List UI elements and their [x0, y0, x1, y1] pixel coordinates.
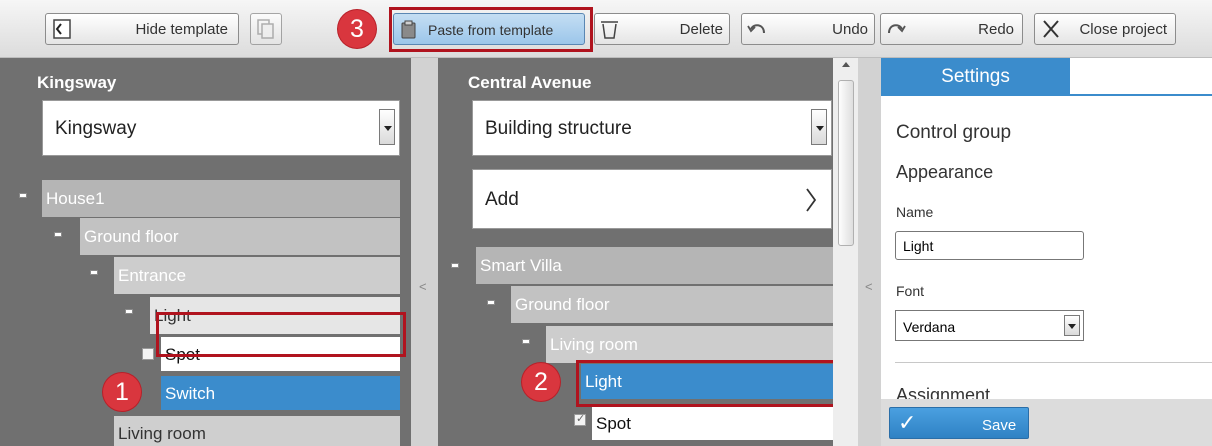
- undo-icon: [747, 24, 765, 34]
- toolbar: Hide template Paste from template Delete…: [0, 0, 1212, 58]
- collapse-icon[interactable]: [522, 339, 530, 344]
- chevron-right-icon: [806, 188, 817, 212]
- callout-badge-2: 2: [522, 363, 560, 401]
- chevron-left-icon[interactable]: <: [865, 279, 873, 294]
- scroll-up-icon[interactable]: [842, 62, 850, 67]
- switch-highlight-frame: [156, 312, 406, 357]
- chevron-down-icon[interactable]: [379, 109, 395, 145]
- tab-underline: [881, 94, 1212, 96]
- redo-button[interactable]: Redo: [880, 13, 1023, 45]
- hide-template-icon: [53, 19, 71, 39]
- tab-settings[interactable]: Settings: [881, 58, 1070, 95]
- callout-badge-1: 1: [103, 373, 141, 411]
- name-field[interactable]: Light: [895, 231, 1084, 260]
- paste-highlight-frame: [389, 7, 593, 52]
- collapse-icon[interactable]: [90, 270, 98, 275]
- template-panel: Kingsway Kingsway House1 Ground floor En…: [0, 58, 411, 446]
- undo-button[interactable]: Undo: [741, 13, 875, 45]
- project-panel-title: Central Avenue: [468, 73, 592, 92]
- tree-node-ground-floor[interactable]: Ground floor: [80, 218, 400, 255]
- template-panel-title: Kingsway: [37, 73, 117, 92]
- trash-icon: [601, 21, 618, 39]
- copy-icon: [257, 19, 274, 39]
- checkmark-icon: ✓: [898, 410, 917, 435]
- chevron-down-icon[interactable]: [811, 109, 827, 145]
- checkbox-spot[interactable]: [142, 348, 154, 360]
- collapse-icon[interactable]: [451, 263, 459, 268]
- light-highlight-frame: [576, 360, 837, 407]
- scrollbar-thumb[interactable]: [838, 80, 854, 246]
- delete-button[interactable]: Delete: [594, 13, 730, 45]
- settings-panel: Settings Control group Appearance Name L…: [881, 58, 1212, 446]
- tree-node-living-room[interactable]: Living room: [114, 416, 400, 446]
- tree-node-spot[interactable]: Spot: [592, 406, 833, 440]
- control-group-heading: Control group: [896, 122, 1012, 143]
- tree-node-ground-floor[interactable]: Ground floor: [511, 286, 833, 323]
- name-label: Name: [896, 204, 934, 220]
- template-select[interactable]: Kingsway: [42, 100, 400, 156]
- tree-node-smart-villa[interactable]: Smart Villa: [476, 247, 833, 284]
- panel-divider-right[interactable]: <: [858, 58, 881, 446]
- callout-badge-3: 3: [338, 10, 376, 48]
- tree-node-house[interactable]: House1: [42, 180, 400, 217]
- copy-button[interactable]: [250, 13, 282, 45]
- collapse-icon[interactable]: [487, 300, 495, 305]
- hide-template-button[interactable]: Hide template: [45, 13, 239, 45]
- collapse-icon[interactable]: [125, 309, 133, 314]
- tree-node-entrance[interactable]: Entrance: [114, 257, 400, 294]
- close-icon: [1043, 20, 1059, 38]
- save-button[interactable]: ✓ Save: [889, 407, 1029, 439]
- font-select[interactable]: Verdana: [895, 310, 1084, 341]
- font-label: Font: [896, 283, 925, 299]
- chevron-left-icon[interactable]: <: [419, 279, 427, 294]
- close-project-button[interactable]: Close project: [1034, 13, 1176, 45]
- panel-divider-left[interactable]: <: [411, 58, 438, 446]
- project-view-select[interactable]: Building structure: [472, 100, 832, 156]
- chevron-down-icon[interactable]: [1064, 315, 1080, 336]
- settings-action-bar: ✓ Save: [881, 399, 1212, 446]
- collapse-icon[interactable]: [19, 193, 27, 198]
- collapse-icon[interactable]: [54, 232, 62, 237]
- section-divider: [895, 362, 1212, 363]
- appearance-heading: Appearance: [896, 162, 994, 182]
- tree-node-switch[interactable]: Switch: [161, 376, 400, 410]
- redo-icon: [888, 24, 906, 34]
- add-button[interactable]: Add: [472, 169, 832, 229]
- checkbox-spot-checked[interactable]: [574, 412, 586, 426]
- tree-node-living-room[interactable]: Living room: [546, 326, 833, 363]
